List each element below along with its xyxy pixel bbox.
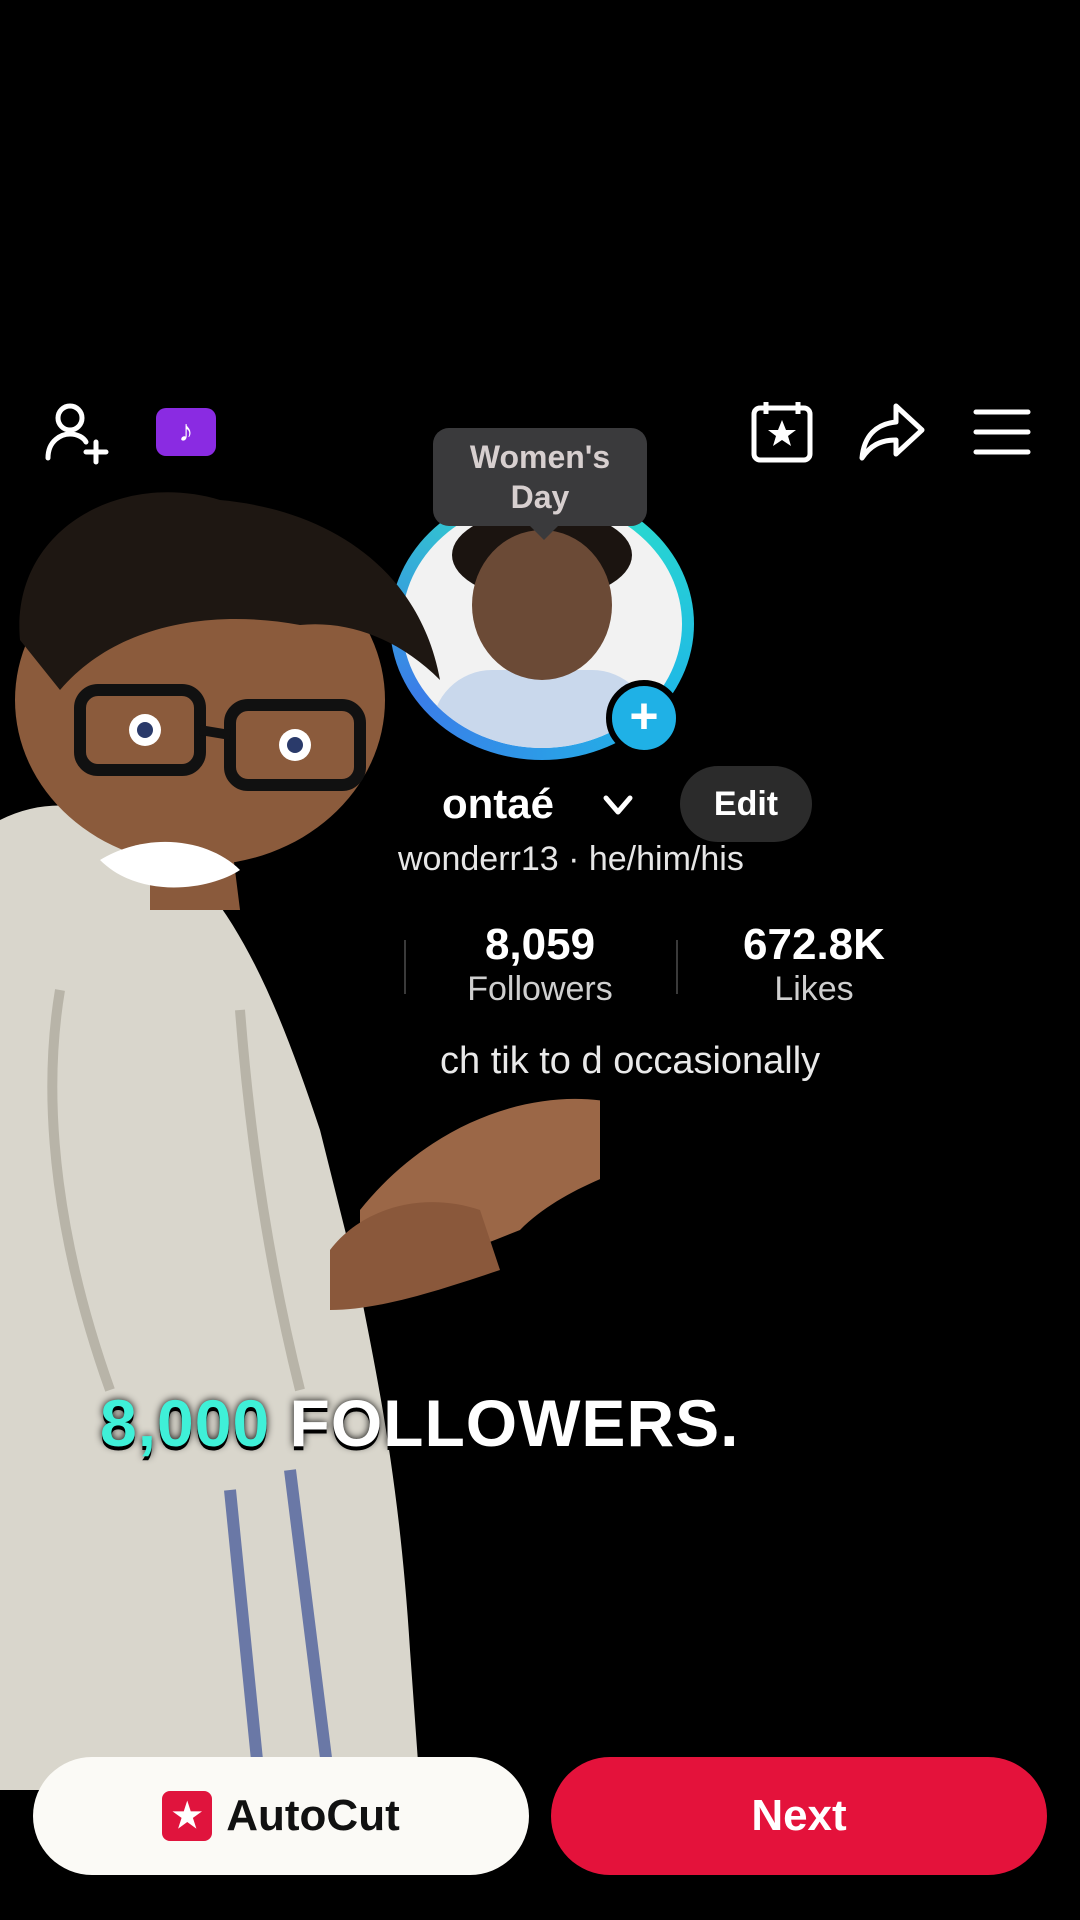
autocut-label: AutoCut xyxy=(226,1791,400,1840)
likes-stat[interactable]: 672.8K Likes xyxy=(704,920,924,1009)
calendar-star-icon[interactable] xyxy=(746,396,818,468)
stats-divider xyxy=(676,940,678,994)
share-icon[interactable] xyxy=(856,396,928,468)
caption-text: FOLLOWERS. xyxy=(289,1386,740,1460)
edit-profile-button[interactable]: Edit xyxy=(680,766,812,842)
tiktok-badge-icon[interactable]: ♪ xyxy=(156,408,216,456)
tooltip-line-1: Women's xyxy=(469,439,611,475)
tiktok-note-glyph: ♪ xyxy=(178,415,194,448)
creator-cutout xyxy=(0,492,600,1790)
likes-count: 672.8K xyxy=(743,920,885,969)
next-button[interactable]: Next xyxy=(551,1757,1047,1875)
autocut-button[interactable]: ★ AutoCut xyxy=(33,1757,529,1875)
video-caption: 8,000 FOLLOWERS. xyxy=(100,1385,739,1461)
chevron-down-icon[interactable] xyxy=(600,790,636,820)
add-friend-icon[interactable] xyxy=(40,396,112,468)
menu-icon[interactable] xyxy=(966,396,1038,468)
add-story-plus-icon[interactable]: + xyxy=(606,680,682,756)
likes-label: Likes xyxy=(774,970,854,1008)
caption-accent: 8,000 xyxy=(100,1386,271,1460)
autocut-logo-icon: ★ xyxy=(162,1791,213,1841)
